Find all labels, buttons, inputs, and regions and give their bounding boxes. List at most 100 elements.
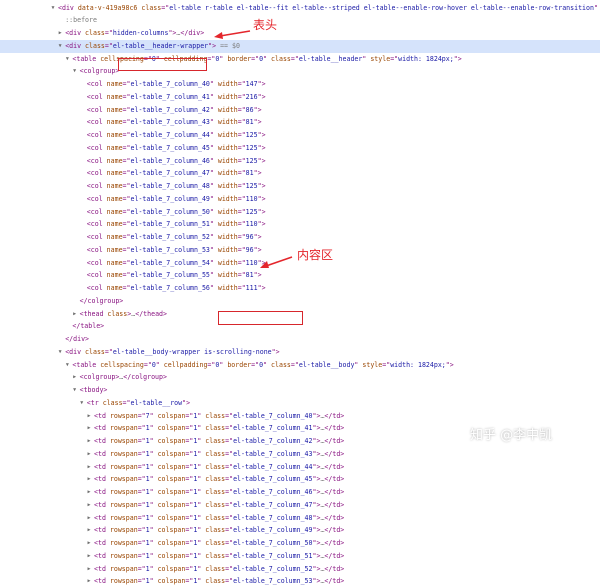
dom-node-line[interactable]: <col name="el-table_7_column_41" width="… [0,91,600,104]
code-token: " [209,80,218,88]
dom-node-line[interactable]: ▼ <tr class="el-table__row"> [0,397,600,410]
dom-node-line[interactable]: ▶ <div class="hidden-columns">…</div> [0,27,600,40]
code-token: rowspan [109,577,138,586]
dom-node-line[interactable]: ▶ <td rowspan="1" colspan="1" class="el-t… [0,512,600,525]
expand-arrow-icon[interactable]: ▼ [64,53,70,66]
dom-node-line[interactable]: <col name="el-table_7_column_49" width="… [0,193,600,206]
dom-node-line[interactable]: <col name="el-table_7_column_43" width="… [0,116,600,129]
dom-node-line[interactable]: ▶ <td rowspan="1" colspan="1" class="el-t… [0,473,600,486]
dom-node-line[interactable]: <col name="el-table_7_column_52" width="… [0,231,600,244]
dom-node-line[interactable]: ▶ <colgroup>…</colgroup> [0,371,600,384]
collapse-arrow-icon[interactable]: ▶ [86,486,92,499]
collapse-arrow-icon[interactable]: ▶ [86,512,92,525]
code-token: <col [86,118,107,127]
dom-node-line[interactable]: ▶ <td rowspan="1" colspan="1" class="el-t… [0,461,600,474]
dom-node-line[interactable]: <col name="el-table_7_column_55" width="… [0,269,600,282]
code-token: <colgroup> [79,373,120,382]
collapse-arrow-icon[interactable]: ▶ [86,473,92,486]
dom-node-line[interactable]: ▼ <div class="el-table__header-wrapper"> … [0,39,600,53]
code-token: width [217,182,238,190]
dom-node-line[interactable]: ▶ <td rowspan="7" colspan="1" class="el-t… [0,410,600,423]
expand-arrow-icon[interactable]: ▼ [64,359,70,372]
expand-arrow-icon[interactable]: ▼ [72,65,78,78]
dom-node-line[interactable]: </div> [0,333,600,346]
code-token: =" [122,398,131,407]
code-token: <td [94,551,110,560]
dom-node-markup: <td rowspan="1" colspan="1" class="el-ta… [94,435,344,448]
collapse-arrow-icon[interactable]: ▶ [86,435,92,448]
collapse-arrow-icon[interactable]: ▶ [86,461,92,474]
dom-node-line[interactable]: ::before [0,14,600,27]
dom-node-line[interactable]: ▶ <td rowspan="1" colspan="1" class="el-t… [0,524,600,537]
expand-arrow-icon[interactable]: ▼ [72,384,78,397]
code-token: =" [225,411,234,420]
collapse-arrow-icon[interactable]: ▶ [72,371,78,384]
dom-node-line[interactable]: ▶ <td rowspan="1" colspan="1" class="el-t… [0,499,600,512]
collapse-arrow-icon[interactable]: ▶ [86,499,92,512]
code-token: "> [257,194,266,203]
dom-node-line[interactable]: ▶ <td rowspan="1" colspan="1" class="el-t… [0,486,600,499]
collapse-arrow-icon[interactable]: ▶ [86,550,92,563]
dom-node-line[interactable]: ▶ <td rowspan="1" colspan="1" class="el-t… [0,575,600,588]
code-token: =" [104,347,113,356]
expand-arrow-icon[interactable]: ▼ [57,40,63,53]
code-token: class [205,475,226,484]
code-token: "> [257,143,266,152]
dom-node-line[interactable]: </colgroup> [0,295,600,308]
collapse-arrow-icon[interactable]: ▶ [86,575,92,588]
collapse-arrow-icon[interactable]: ▶ [86,537,92,550]
dom-node-line[interactable]: ▼ <div class="el-table__body-wrapper is-s… [0,346,600,359]
dom-node-line[interactable]: <col name="el-table_7_column_50" width="… [0,206,600,219]
code-token: </thead> [135,309,167,318]
code-token: " [209,182,218,190]
dom-node-line[interactable]: ▼ <div data-v-419a98c6 class="el-table r-… [0,2,600,15]
code-token: el-table_7_column_47 [130,169,210,178]
dom-node-markup: <td rowspan="1" colspan="1" class="el-ta… [94,486,344,499]
dom-node-line[interactable]: ▶ <td rowspan="1" colspan="1" class="el-t… [0,537,600,550]
code-token: el-table_7_column_43 [130,118,210,127]
collapse-arrow-icon[interactable]: ▶ [86,563,92,576]
expand-arrow-icon[interactable]: ▼ [57,346,63,359]
dom-node-line[interactable]: ▶ <td rowspan="1" colspan="1" class="el-t… [0,448,600,461]
expand-arrow-icon[interactable]: ▼ [79,397,85,410]
code-token: rowspan [109,551,138,560]
dom-node-line[interactable]: ▼ <colgroup> [0,65,600,78]
dom-node-line[interactable]: <col name="el-table_7_column_42" width="… [0,104,600,117]
dom-node-line[interactable]: <col name="el-table_7_column_47" width="… [0,167,600,180]
dom-node-line[interactable]: ▼ <tbody> [0,384,600,397]
code-token: <td [94,500,110,509]
code-token: =" [237,271,246,280]
code-token: " [197,577,206,586]
dom-node-line[interactable]: <col name="el-table_7_column_45" width="… [0,142,600,155]
code-token: class [205,437,226,445]
collapse-arrow-icon[interactable]: ▶ [86,422,92,435]
code-token: name [106,143,123,152]
code-token: "> [312,475,321,484]
dom-node-line[interactable]: ▼ <table cellspacing="0" cellpadding="0" … [0,359,600,372]
dom-node-line[interactable]: <col name="el-table_7_column_40" width="… [0,78,600,91]
collapse-arrow-icon[interactable]: ▶ [86,448,92,461]
dom-node-line[interactable]: <col name="el-table_7_column_48" width="… [0,180,600,193]
code-token: </td> [324,539,345,547]
expand-arrow-icon[interactable]: ▼ [50,2,56,15]
collapse-arrow-icon[interactable]: ▶ [72,308,78,321]
dom-node-line[interactable]: ▶ <td rowspan="1" colspan="1" class="el-t… [0,550,600,563]
dom-node-line[interactable]: <col name="el-table_7_column_46" width="… [0,155,600,168]
collapse-arrow-icon[interactable]: ▶ [86,410,92,423]
dom-node-markup: <col name="el-table_7_column_44" width="… [87,129,266,142]
code-token: rowspan [109,449,138,458]
dom-node-line[interactable]: ▼ <table cellspacing="0" cellpadding="0" … [0,53,600,66]
code-token: el-table_7_column_42 [130,105,210,114]
dom-node-line[interactable]: <col name="el-table_7_column_56" width="… [0,282,600,295]
dom-node-line[interactable]: <col name="el-table_7_column_51" width="… [0,218,600,231]
code-token: "> [253,245,262,254]
dom-node-line[interactable]: <col name="el-table_7_column_44" width="… [0,129,600,142]
code-token: <table [72,54,101,63]
code-token: el-table_7_column_56 [130,284,210,292]
dom-node-line[interactable]: ▶ <td rowspan="1" colspan="1" class="el-t… [0,563,600,576]
code-token: class [205,551,226,560]
code-token: width [217,118,238,127]
collapse-arrow-icon[interactable]: ▶ [57,27,63,40]
collapse-arrow-icon[interactable]: ▶ [86,524,92,537]
code-token: <thead [79,309,108,318]
